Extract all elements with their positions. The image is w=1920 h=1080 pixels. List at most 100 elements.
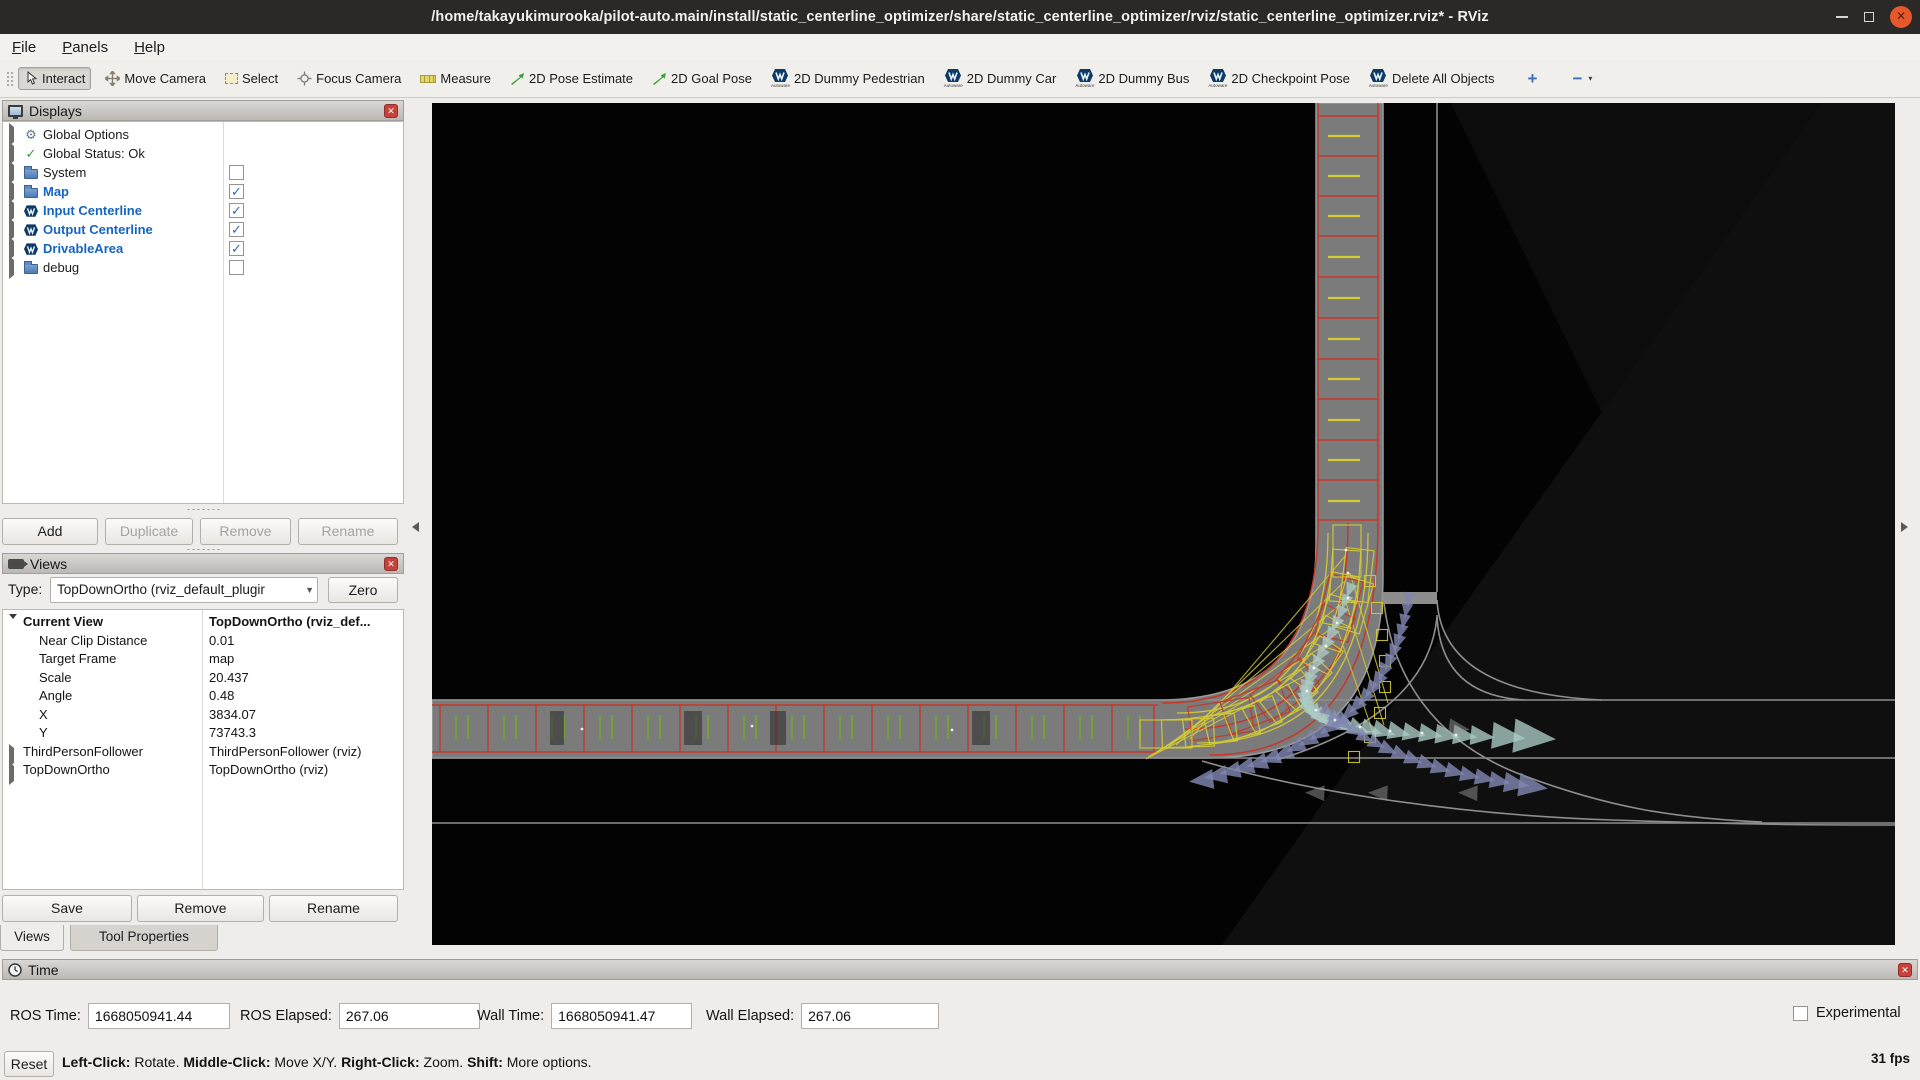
display-row-system[interactable]: System xyxy=(3,163,86,182)
close-icon[interactable]: ✕ xyxy=(1898,963,1912,977)
display-row-input-centerline[interactable]: Input Centerline xyxy=(3,201,142,220)
view-row-scale[interactable]: Scale 20.437 xyxy=(3,670,403,688)
tool-2d-dummy-bus[interactable]: Autoware 2D Dummy Bus xyxy=(1070,66,1194,91)
chevron-down-icon: ▾ xyxy=(1588,74,1592,83)
close-icon[interactable]: ✕ xyxy=(384,557,398,571)
chevron-down-icon[interactable] xyxy=(9,614,17,634)
tool-2d-goal-pose[interactable]: 2D Goal Pose xyxy=(647,68,757,89)
add-button[interactable]: Add xyxy=(2,518,98,545)
displays-panel-title: Displays xyxy=(29,103,82,119)
divider xyxy=(223,122,224,503)
ros-elapsed-input[interactable]: 267.06 xyxy=(339,1003,480,1029)
close-icon[interactable]: ✕ xyxy=(1890,6,1912,28)
checkbox-input-centerline[interactable]: ✓ xyxy=(229,203,244,218)
display-row-output-centerline[interactable]: Output Centerline xyxy=(3,220,153,239)
checkbox-system[interactable] xyxy=(229,165,244,180)
checkbox-debug[interactable] xyxy=(229,260,244,275)
fps-counter: 31 fps xyxy=(1871,1051,1910,1066)
checkbox-output-centerline[interactable]: ✓ xyxy=(229,222,244,237)
view-row-current-view[interactable]: Current View TopDownOrtho (rviz_def... xyxy=(3,614,403,632)
restore-icon[interactable] xyxy=(1864,12,1874,22)
view-row-target-frame[interactable]: Target Frame map xyxy=(3,651,403,669)
close-icon[interactable]: ✕ xyxy=(384,104,398,118)
time-panel-header[interactable]: Time ✕ xyxy=(2,959,1918,980)
remove-tool-button[interactable]: − ▾ xyxy=(1567,66,1597,92)
autoware-logo-icon: Autoware xyxy=(944,69,963,88)
chevron-right-icon[interactable] xyxy=(9,256,14,279)
splitter-handle[interactable] xyxy=(186,548,220,551)
type-label: Type: xyxy=(8,581,42,597)
folder-icon xyxy=(24,188,38,198)
remove-view-button[interactable]: Remove xyxy=(137,895,264,922)
experimental-toggle[interactable]: Experimental xyxy=(1793,1005,1901,1021)
tool-focus-camera[interactable]: Focus Camera xyxy=(292,68,406,89)
status-bar: Reset Left-Click: Rotate. Middle-Click: … xyxy=(0,1045,1920,1080)
splitter-handle[interactable] xyxy=(186,508,220,511)
toolbar: Interact Move Camera Select Focus xyxy=(0,60,1920,98)
3d-viewport[interactable] xyxy=(432,103,1895,945)
save-button[interactable]: Save xyxy=(2,895,132,922)
3d-viewport-scene[interactable] xyxy=(432,103,1895,945)
zero-button[interactable]: Zero xyxy=(328,577,398,603)
titlebar[interactable]: /home/takayukimurooka/pilot-auto.main/in… xyxy=(0,0,1920,34)
tool-2d-dummy-car[interactable]: Autoware 2D Dummy Car xyxy=(939,66,1062,91)
tool-interact[interactable]: Interact xyxy=(18,67,91,90)
view-row-x[interactable]: X 3834.07 xyxy=(3,707,403,725)
tab-views[interactable]: Views xyxy=(0,925,64,951)
checkbox-map[interactable]: ✓ xyxy=(229,184,244,199)
tool-measure[interactable]: Measure xyxy=(415,68,496,89)
menu-help[interactable]: Help xyxy=(134,39,165,56)
wall-elapsed-input[interactable]: 267.06 xyxy=(801,1003,939,1029)
tool-move-camera[interactable]: Move Camera xyxy=(100,68,211,89)
view-row-topdownortho[interactable]: TopDownOrtho TopDownOrtho (rviz) xyxy=(3,762,403,780)
toolbar-drag-handle[interactable] xyxy=(6,71,14,87)
duplicate-button: Duplicate xyxy=(105,518,193,545)
autoware-logo-icon: Autoware xyxy=(1208,69,1227,88)
ros-time-input[interactable]: 1668050941.44 xyxy=(88,1003,230,1029)
menu-file[interactable]: File xyxy=(12,39,36,56)
autoware-logo-icon xyxy=(24,243,38,255)
tool-select[interactable]: Select xyxy=(220,68,283,89)
autoware-logo-icon: Autoware xyxy=(1075,69,1094,88)
ros-time-group: ROS Time: 1668050941.44 xyxy=(10,1003,230,1029)
collapse-left-dock-icon[interactable] xyxy=(412,522,419,532)
display-row-debug[interactable]: debug xyxy=(3,258,79,277)
wall-time-input[interactable]: 1668050941.47 xyxy=(551,1003,692,1029)
folder-icon xyxy=(24,169,38,179)
view-row-thirdpersonfollower[interactable]: ThirdPersonFollower ThirdPersonFollower … xyxy=(3,744,403,762)
collapse-right-dock-icon[interactable] xyxy=(1901,522,1908,532)
reset-button[interactable]: Reset xyxy=(4,1051,54,1077)
checkbox-drivablearea[interactable]: ✓ xyxy=(229,241,244,256)
display-row-global-options[interactable]: ⚙ Global Options xyxy=(3,125,129,144)
ros-elapsed-group: ROS Elapsed: 267.06 xyxy=(240,1003,480,1029)
time-panel: Time ✕ ROS Time: 1668050941.44 ROS Elaps… xyxy=(0,955,1920,1045)
selection-box-icon xyxy=(225,73,238,84)
rename-view-button[interactable]: Rename xyxy=(269,895,398,922)
chevron-right-icon[interactable] xyxy=(9,762,14,785)
tool-2d-pose-estimate[interactable]: 2D Pose Estimate xyxy=(505,68,638,89)
wall-elapsed-group: Wall Elapsed: 267.06 xyxy=(706,1003,939,1029)
folder-icon xyxy=(24,264,38,274)
view-type-dropdown[interactable]: TopDownOrtho (rviz_default_plugir ▼ xyxy=(50,577,318,603)
autoware-logo-icon: Autoware xyxy=(1369,69,1388,88)
display-row-drivablearea[interactable]: DrivableArea xyxy=(3,239,123,258)
tab-tool-properties[interactable]: Tool Properties xyxy=(70,925,218,951)
view-row-near-clip[interactable]: Near Clip Distance 0.01 xyxy=(3,633,403,651)
time-panel-title: Time xyxy=(28,962,59,978)
green-check-icon: ✓ xyxy=(26,147,37,160)
minimize-icon[interactable] xyxy=(1836,16,1848,18)
displays-panel-header[interactable]: Displays ✕ xyxy=(2,100,404,121)
tool-2d-dummy-pedestrian[interactable]: Autoware 2D Dummy Pedestrian xyxy=(766,66,930,91)
menu-panels[interactable]: Panels xyxy=(62,39,108,56)
view-row-angle[interactable]: Angle 0.48 xyxy=(3,688,403,706)
display-row-global-status[interactable]: ✓ Global Status: Ok xyxy=(3,144,145,163)
experimental-checkbox[interactable] xyxy=(1793,1006,1808,1021)
views-panel-header[interactable]: Views ✕ xyxy=(2,553,404,574)
view-row-y[interactable]: Y 73743.3 xyxy=(3,725,403,743)
move-arrows-icon xyxy=(105,71,120,86)
tool-2d-checkpoint-pose[interactable]: Autoware 2D Checkpoint Pose xyxy=(1203,66,1355,91)
add-tool-button[interactable]: + xyxy=(1523,66,1543,92)
tool-delete-all-objects[interactable]: Autoware Delete All Objects xyxy=(1364,66,1500,91)
wall-time-group: Wall Time: 1668050941.47 xyxy=(477,1003,692,1029)
clock-icon xyxy=(8,963,22,977)
